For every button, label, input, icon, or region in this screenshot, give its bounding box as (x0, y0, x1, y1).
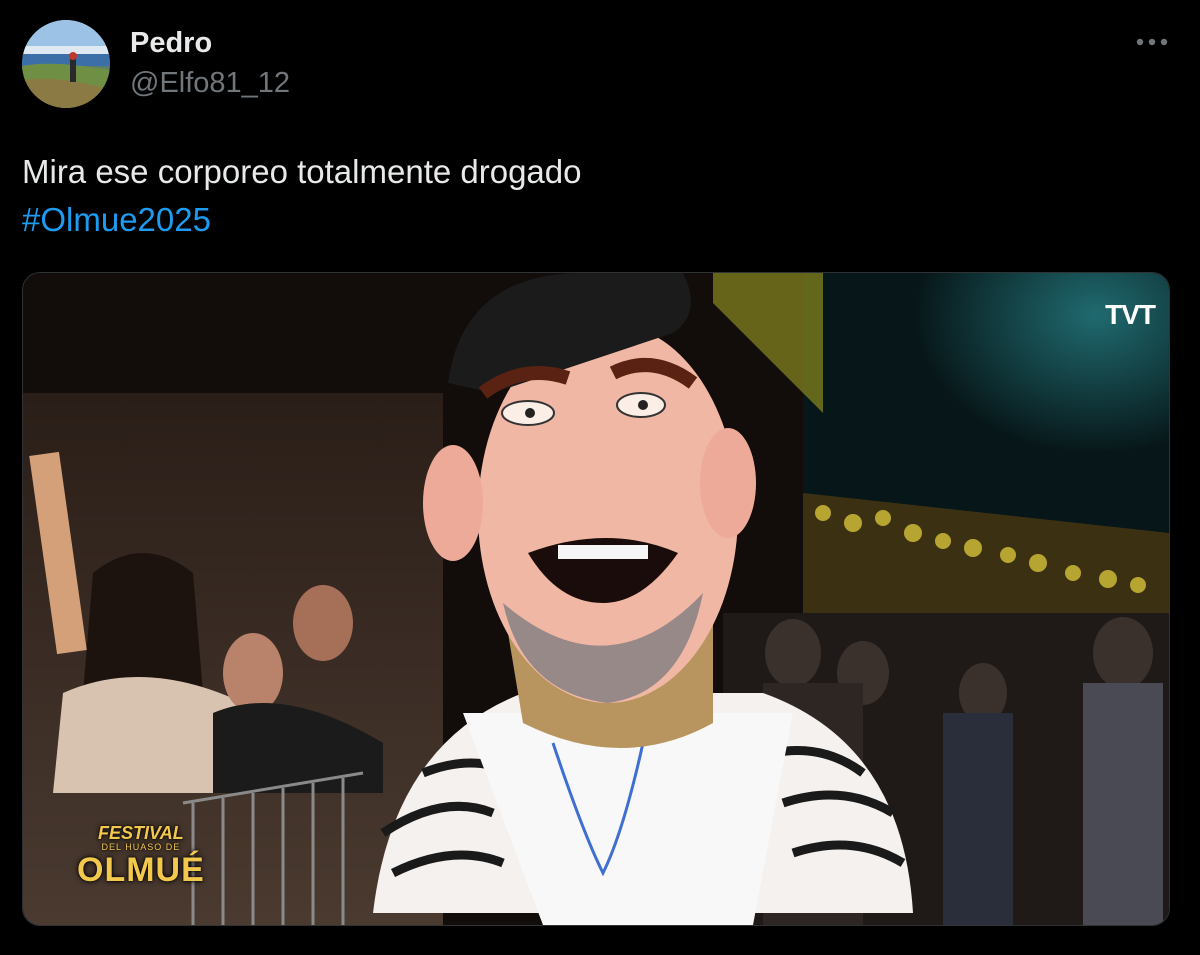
author-handle[interactable]: @Elfo81_12 (130, 64, 290, 102)
avatar[interactable] (22, 20, 110, 108)
hashtag-link[interactable]: #Olmue2025 (22, 196, 582, 244)
festival-logo-line1: FESTIVAL (98, 823, 184, 843)
more-options-button[interactable] (1132, 26, 1172, 58)
author-block: Pedro @Elfo81_12 (130, 24, 290, 102)
festival-logo: FESTIVAL DEL HUASO DE OLMUÉ (77, 824, 205, 887)
tweet-card: Pedro @Elfo81_12 Mira ese corporeo total… (0, 0, 1200, 955)
festival-logo-line3: OLMUÉ (77, 851, 205, 889)
tweet-text: Mira ese corporeo totalmente drogado #Ol… (22, 148, 582, 244)
avatar-image (22, 20, 110, 108)
author-name[interactable]: Pedro (130, 24, 290, 62)
tweet-body: Mira ese corporeo totalmente drogado (22, 153, 582, 190)
tv-watermark: TVT (1105, 299, 1156, 330)
more-options-icon (1136, 38, 1168, 46)
tweet-media-image[interactable]: TVT FESTIVAL DEL HUASO DE OLMUÉ (22, 272, 1170, 926)
